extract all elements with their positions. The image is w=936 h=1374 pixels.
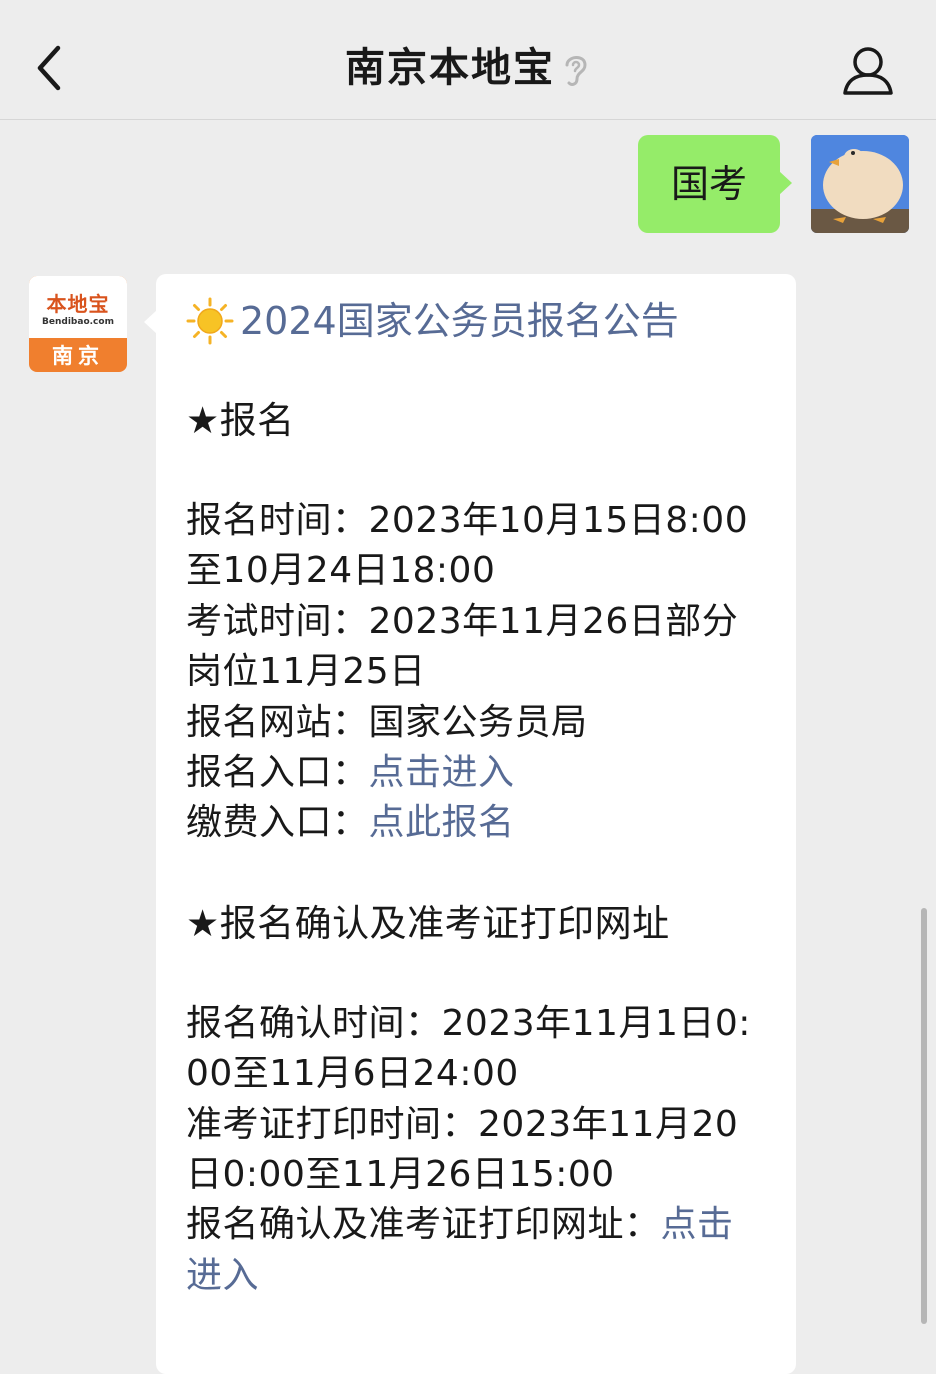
scrollbar[interactable] [921, 908, 927, 1324]
info-line-confirmation-site: 报名确认及准考证打印网址：点击进入 [186, 1204, 734, 1296]
info-line-registration-time: 报名时间：2023年10月15日8:00至10月24日18:00 [186, 500, 749, 592]
chat-title-area: 南京本地宝 [0, 40, 936, 96]
avatar-brand-text: 本地宝 [46, 292, 110, 316]
person-icon [843, 47, 893, 95]
outgoing-message-text: 国考 [670, 162, 747, 206]
info-line-admission-print-time: 准考证打印时间：2023年11月20日0:00至11月26日15:00 [186, 1103, 739, 1196]
nav-bar: 南京本地宝 [0, 0, 936, 120]
chat-title: 南京本地宝 [345, 45, 555, 91]
info-line-payment-entry: 缴费入口：点此报名 [186, 802, 515, 844]
ear-icon [565, 56, 587, 86]
duck-avatar-image [811, 135, 909, 233]
user-avatar[interactable] [811, 135, 909, 233]
info-line-exam-time: 考试时间：2023年11月26日部分岗位11月25日 [186, 600, 739, 693]
section-heading: ★报名 [186, 399, 295, 442]
sun-emoji-icon [186, 297, 234, 345]
info-line-confirmation-time: 报名确认时间：2023年11月1日0:00至11月6日24:00 [186, 1002, 751, 1095]
message-title: 2024国家公务员报名公告 [186, 296, 768, 346]
avatar-city-text: 南京 [52, 344, 104, 368]
official-account-avatar[interactable]: 本地宝 Bendibao.com 南京 [29, 276, 127, 372]
info-line-registration-site: 报名网站：国家公务员局 [186, 701, 588, 743]
info-line-registration-entry: 报名入口：点击进入 [186, 752, 515, 794]
payment-entry-link[interactable]: 点此报名 [369, 802, 515, 843]
section-heading: ★报名确认及准考证打印网址 [186, 901, 670, 945]
incoming-message-bubble[interactable]: 2024国家公务员报名公告 ★报名 报名时间：2023年10月15日8:00至1… [144, 274, 796, 1374]
avatar-domain-text: Bendibao.com [42, 317, 114, 327]
outgoing-message-bubble[interactable]: 国考 [638, 135, 792, 233]
message-title-text: 2024国家公务员报名公告 [240, 299, 679, 343]
registration-entry-link[interactable]: 点击进入 [369, 752, 515, 793]
profile-button[interactable] [840, 42, 896, 98]
